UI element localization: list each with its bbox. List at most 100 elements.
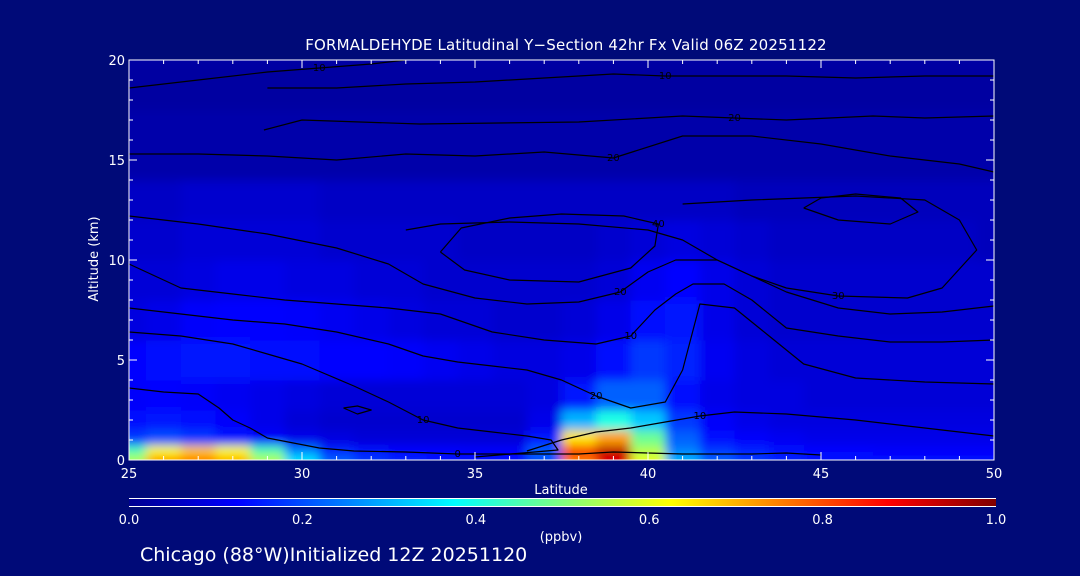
contour-label: 10 <box>659 71 672 82</box>
concentration-field <box>129 60 994 460</box>
heatmap-cell <box>699 380 735 411</box>
heatmap-cell <box>699 430 735 446</box>
heatmap-cell <box>388 445 424 456</box>
heatmap-cell <box>630 110 666 181</box>
heatmap-cell <box>907 340 943 381</box>
heatmap-cell <box>146 340 182 381</box>
heatmap-cell <box>526 380 562 411</box>
heatmap-cell <box>596 410 632 431</box>
heatmap-cell <box>596 430 632 446</box>
heatmap-cell <box>630 430 666 446</box>
heatmap-cell <box>907 110 943 181</box>
heatmap-cell <box>215 220 251 261</box>
heatmap-cell <box>146 380 182 411</box>
contour-label: 20 <box>590 391 603 402</box>
heatmap-cell <box>769 180 805 221</box>
heatmap-cell <box>942 410 978 431</box>
colorbar-tick-label: 0.4 <box>465 513 486 528</box>
heatmap-cell <box>526 430 562 446</box>
heatmap-cell <box>561 300 597 341</box>
heatmap-cell <box>838 220 874 261</box>
heatmap-cell <box>665 430 701 446</box>
heatmap-cell <box>388 300 424 341</box>
x-tick-label: 25 <box>121 467 138 482</box>
colorbar-tick-label: 0.2 <box>292 513 313 528</box>
y-tick-label: 5 <box>117 354 125 369</box>
colorbar-tick-label: 0.0 <box>119 513 140 528</box>
heatmap-cell <box>872 340 908 381</box>
heatmap-cell <box>838 430 874 446</box>
heatmap-cell <box>907 220 943 261</box>
heatmap-cell <box>319 340 355 381</box>
heatmap-cell <box>353 260 389 301</box>
heatmap-cell <box>907 60 943 111</box>
colorbar-tick-label: 1.0 <box>986 513 1007 528</box>
heatmap-cell <box>180 340 216 381</box>
heatmap-cell <box>526 300 562 341</box>
heatmap-cell <box>942 110 978 181</box>
heatmap-cell <box>492 60 528 111</box>
contour-label: 20 <box>607 153 620 164</box>
heatmap-cell <box>526 340 562 381</box>
colorbar-tick-label: 0.8 <box>812 513 833 528</box>
heatmap-cell <box>699 340 735 381</box>
heatmap-cell <box>180 180 216 221</box>
heatmap-cell <box>526 60 562 111</box>
x-tick-label: 30 <box>294 467 311 482</box>
heatmap-cell <box>457 110 493 181</box>
heatmap-cell <box>319 410 355 431</box>
heatmap-cell <box>146 220 182 261</box>
contour-label: 10 <box>417 415 430 426</box>
heatmap-cell <box>907 430 943 446</box>
heatmap-cell <box>284 300 320 341</box>
contour-label: 20 <box>728 113 741 124</box>
heatmap-cell <box>284 180 320 221</box>
heatmap-cell <box>423 180 459 221</box>
heatmap-cell <box>250 180 286 221</box>
heatmap-cell <box>388 260 424 301</box>
heatmap-cell <box>457 380 493 411</box>
heatmap-cell <box>872 260 908 301</box>
heatmap-cell <box>596 445 632 456</box>
heatmap-cell <box>803 110 839 181</box>
heatmap-cell <box>872 60 908 111</box>
heatmap-cell <box>942 340 978 381</box>
heatmap-cell <box>388 180 424 221</box>
heatmap-cell <box>388 380 424 411</box>
heatmap-cell <box>838 380 874 411</box>
chart-title: FORMALDEHYDE Latitudinal Y−Section 42hr … <box>305 36 827 54</box>
heatmap-cell <box>872 300 908 341</box>
heatmap-cell <box>146 180 182 221</box>
contour-label: 10 <box>694 411 707 422</box>
heatmap-cell <box>215 430 251 446</box>
footer-location-init: Chicago (88°W)Initialized 12Z 20251120 <box>140 544 527 566</box>
heatmap-cell <box>561 220 597 261</box>
contour-label: 30 <box>832 291 845 302</box>
heatmap-cell <box>215 180 251 221</box>
heatmap-cell <box>596 340 632 381</box>
heatmap-cell <box>457 410 493 431</box>
heatmap-cell <box>146 445 182 456</box>
heatmap-cell <box>284 410 320 431</box>
heatmap-cell <box>457 220 493 261</box>
heatmap-cell <box>388 430 424 446</box>
x-axis-label: Latitude <box>534 483 588 498</box>
heatmap-cell <box>734 60 770 111</box>
heatmap-cell <box>526 410 562 431</box>
heatmap-cell <box>803 380 839 411</box>
chart-root: FORMALDEHYDE Latitudinal Y−Section 42hr … <box>87 36 1007 566</box>
heatmap-cell <box>872 380 908 411</box>
heatmap-cell <box>769 300 805 341</box>
y-tick-label: 20 <box>108 54 125 69</box>
heatmap-cell <box>353 110 389 181</box>
heatmap-cell <box>769 260 805 301</box>
heatmap-cell <box>284 220 320 261</box>
heatmap-cell <box>319 260 355 301</box>
colorbar-unit-label: (ppbv) <box>540 530 583 545</box>
heatmap-cell <box>596 180 632 221</box>
heatmap-cell <box>423 380 459 411</box>
heatmap-cell <box>353 340 389 381</box>
contour-label: 20 <box>614 287 627 298</box>
y-tick-label: 10 <box>108 254 125 269</box>
heatmap-cell <box>942 380 978 411</box>
